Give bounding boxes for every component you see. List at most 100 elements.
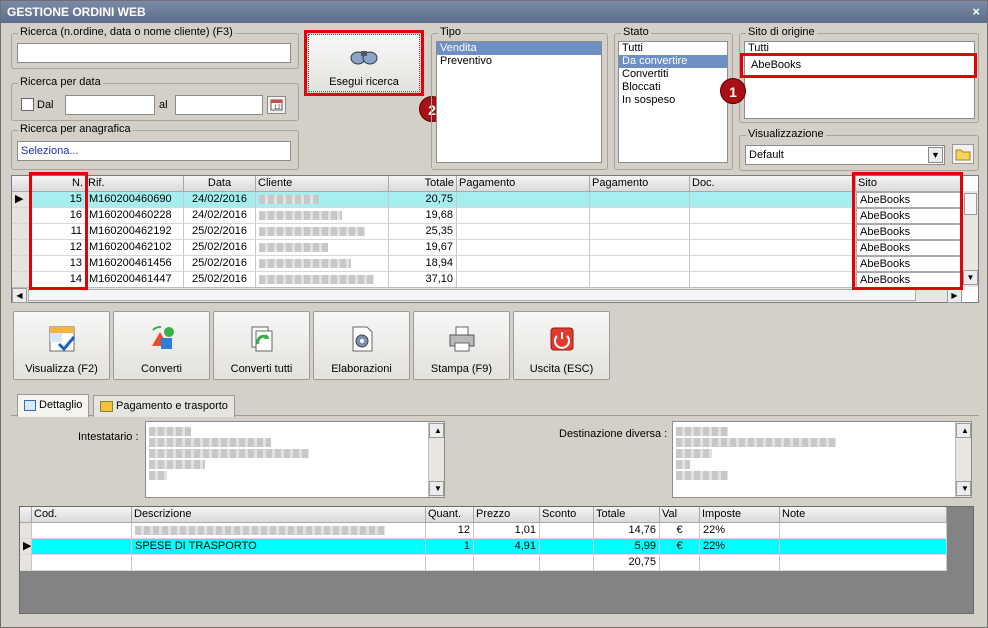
orders-cell-data[interactable]: 24/02/2016 bbox=[184, 208, 256, 224]
stato-item-tutti[interactable]: Tutti bbox=[619, 42, 727, 55]
orders-cell-data[interactable]: 25/02/2016 bbox=[184, 224, 256, 240]
lines-col-header[interactable]: Imposte bbox=[700, 507, 780, 523]
orders-cell-data[interactable]: 25/02/2016 bbox=[184, 272, 256, 288]
intestatario-scroll[interactable]: ▲ ▼ bbox=[428, 422, 444, 497]
orders-cell-totale[interactable]: 19,68 bbox=[389, 208, 457, 224]
lines-cell-totale[interactable]: 20,75 bbox=[594, 555, 660, 571]
lines-cell-totale[interactable]: 14,76 bbox=[594, 523, 660, 539]
orders-cell-data[interactable]: 25/02/2016 bbox=[184, 256, 256, 272]
orders-cell-totale[interactable]: 20,75 bbox=[389, 192, 457, 208]
scroll-right-icon[interactable]: ▶ bbox=[947, 288, 962, 303]
orders-col-header[interactable]: Pagamento bbox=[590, 176, 690, 192]
stato-item-da-convertire[interactable]: Da convertire bbox=[619, 55, 727, 68]
lines-cell-descrizione[interactable]: SPESE DI TRASPORTO bbox=[132, 539, 426, 555]
elaborazioni-button[interactable]: Elaborazioni bbox=[313, 311, 410, 380]
lines-col-header[interactable]: Cod. bbox=[32, 507, 132, 523]
tab-pagamento-trasporto[interactable]: Pagamento e trasporto bbox=[93, 395, 235, 417]
orders-cell-empty[interactable] bbox=[457, 208, 590, 224]
orders-vscroll-thumb[interactable] bbox=[964, 193, 977, 215]
scroll-up-icon[interactable]: ▲ bbox=[956, 423, 971, 438]
lines-col-header[interactable]: Prezzo bbox=[474, 507, 540, 523]
orders-col-header[interactable]: Doc. bbox=[690, 176, 856, 192]
lines-cell-totale[interactable]: 5,99 bbox=[594, 539, 660, 555]
stampa-button[interactable]: Stampa (F9) bbox=[413, 311, 510, 380]
orders-cell-rif[interactable]: M160200462192 bbox=[86, 224, 184, 240]
scroll-left-icon[interactable]: ◀ bbox=[12, 288, 27, 303]
lines-cell-imposte[interactable]: 22% bbox=[700, 523, 780, 539]
orders-cell-empty[interactable] bbox=[690, 272, 856, 288]
folder-icon[interactable] bbox=[952, 144, 974, 164]
converti-tutti-button[interactable]: Converti tutti bbox=[213, 311, 310, 380]
lines-cell-empty[interactable] bbox=[540, 523, 594, 539]
orders-cell-empty[interactable] bbox=[457, 192, 590, 208]
orders-cell-empty[interactable] bbox=[590, 256, 690, 272]
orders-col-header[interactable]: Totale bbox=[389, 176, 457, 192]
orders-cell-empty[interactable] bbox=[457, 256, 590, 272]
stato-item-in-sospeso[interactable]: In sospeso bbox=[619, 94, 727, 107]
lines-cell-prezzo[interactable]: 4,91 bbox=[474, 539, 540, 555]
orders-cell-empty[interactable] bbox=[690, 256, 856, 272]
scroll-up-icon[interactable]: ▲ bbox=[429, 423, 444, 438]
orders-cell-totale[interactable]: 25,35 bbox=[389, 224, 457, 240]
orders-cell-cliente[interactable] bbox=[256, 192, 389, 208]
lines-cell-prezzo[interactable]: 1,01 bbox=[474, 523, 540, 539]
converti-button[interactable]: Converti bbox=[113, 311, 210, 380]
tipo-item-preventivo[interactable]: Preventivo bbox=[437, 55, 601, 68]
stato-list[interactable]: Tutti Da convertire Convertiti Bloccati … bbox=[618, 41, 728, 163]
lines-cell-descrizione[interactable] bbox=[132, 523, 426, 539]
orders-cell-empty[interactable] bbox=[690, 240, 856, 256]
row-indicator[interactable]: ▶ bbox=[20, 539, 32, 555]
dal-checkbox[interactable] bbox=[21, 98, 34, 111]
orders-cell-data[interactable]: 25/02/2016 bbox=[184, 240, 256, 256]
lines-cell-val[interactable]: € bbox=[660, 539, 700, 555]
orders-cell-totale[interactable]: 18,94 bbox=[389, 256, 457, 272]
orders-cell-cliente[interactable] bbox=[256, 272, 389, 288]
search-input[interactable] bbox=[17, 43, 291, 63]
close-icon[interactable]: × bbox=[972, 1, 980, 23]
orders-cell-empty[interactable] bbox=[690, 224, 856, 240]
uscita-button[interactable]: Uscita (ESC) bbox=[513, 311, 610, 380]
row-indicator[interactable] bbox=[20, 555, 32, 571]
lines-col-header[interactable]: Sconto bbox=[540, 507, 594, 523]
stato-item-convertiti[interactable]: Convertiti bbox=[619, 68, 727, 81]
orders-cell-rif[interactable]: M160200460228 bbox=[86, 208, 184, 224]
lines-cell-empty[interactable] bbox=[540, 539, 594, 555]
lines-cell-empty[interactable] bbox=[32, 555, 132, 571]
orders-cell-cliente[interactable] bbox=[256, 240, 389, 256]
lines-cell-empty[interactable] bbox=[32, 523, 132, 539]
date-from-field[interactable] bbox=[65, 95, 155, 115]
orders-col-header[interactable]: Cliente bbox=[256, 176, 389, 192]
lines-cell-descrizione[interactable] bbox=[132, 555, 426, 571]
lines-cell-empty[interactable] bbox=[780, 539, 947, 555]
lines-cell-quant[interactable]: 1 bbox=[426, 539, 474, 555]
orders-cell-rif[interactable]: M160200461447 bbox=[86, 272, 184, 288]
orders-vscroll[interactable]: ▼ bbox=[962, 191, 978, 287]
scroll-down-icon[interactable]: ▼ bbox=[429, 481, 444, 496]
lines-cell-imposte[interactable]: 22% bbox=[700, 539, 780, 555]
anagrafica-select[interactable]: Seleziona... bbox=[17, 141, 291, 161]
intestatario-box[interactable]: ▲ ▼ bbox=[145, 421, 445, 498]
orders-cell-empty[interactable] bbox=[590, 208, 690, 224]
orders-hscroll-thumb[interactable] bbox=[28, 289, 916, 301]
lines-col-header[interactable]: Val bbox=[660, 507, 700, 523]
orders-cell-rif[interactable]: M160200462102 bbox=[86, 240, 184, 256]
orders-cell-data[interactable]: 24/02/2016 bbox=[184, 192, 256, 208]
tipo-list[interactable]: Vendita Preventivo bbox=[436, 41, 602, 163]
scroll-down-icon[interactable]: ▼ bbox=[956, 481, 971, 496]
orders-col-header[interactable]: Pagamento bbox=[457, 176, 590, 192]
orders-cell-empty[interactable] bbox=[457, 224, 590, 240]
calendar-icon[interactable]: 12 bbox=[267, 96, 286, 114]
row-indicator[interactable] bbox=[20, 523, 32, 539]
lines-cell-quant[interactable]: 12 bbox=[426, 523, 474, 539]
chevron-down-icon[interactable]: ▼ bbox=[928, 147, 943, 163]
orders-cell-rif[interactable]: M160200461456 bbox=[86, 256, 184, 272]
lines-cell-empty[interactable] bbox=[32, 539, 132, 555]
lines-col-header[interactable]: Descrizione bbox=[132, 507, 426, 523]
orders-cell-rif[interactable]: M160200460690 bbox=[86, 192, 184, 208]
visualizzazione-select[interactable]: Default ▼ bbox=[745, 145, 945, 165]
lines-cell-empty[interactable] bbox=[780, 555, 947, 571]
orders-cell-empty[interactable] bbox=[457, 272, 590, 288]
date-to-field[interactable] bbox=[175, 95, 263, 115]
lines-cell-empty[interactable] bbox=[780, 523, 947, 539]
lines-col-header[interactable]: Note bbox=[780, 507, 947, 523]
